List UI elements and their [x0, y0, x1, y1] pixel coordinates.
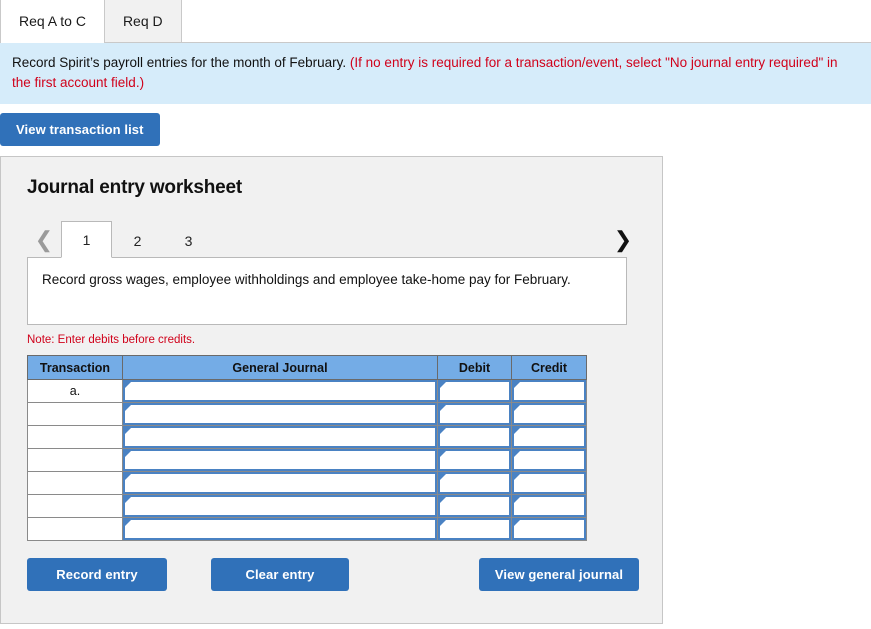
general-journal-input[interactable]	[123, 403, 437, 426]
pager-page-3-label: 3	[184, 232, 193, 249]
general-journal-input[interactable]	[123, 518, 437, 541]
instruction-banner: Record Spirit’s payroll entries for the …	[0, 43, 871, 105]
credit-input[interactable]	[512, 495, 586, 518]
worksheet-action-buttons: Record entry Clear entry View general jo…	[27, 558, 640, 592]
credit-cell[interactable]	[511, 448, 587, 473]
table-row: a.	[27, 379, 587, 404]
table-row	[27, 402, 587, 427]
tab-req-a-to-c-label: Req A to C	[19, 13, 86, 29]
entry-description-box: Record gross wages, employee withholding…	[27, 257, 627, 326]
chevron-right-icon[interactable]: ❯	[606, 223, 640, 257]
pager-page-2-label: 2	[133, 232, 142, 249]
general-journal-cell[interactable]	[122, 494, 438, 519]
table-row	[27, 517, 587, 542]
pager-page-1-label: 1	[82, 231, 91, 248]
debit-cell[interactable]	[437, 494, 512, 519]
debit-cell[interactable]	[437, 517, 512, 542]
debit-cell[interactable]	[437, 425, 512, 450]
credit-input[interactable]	[512, 426, 586, 449]
table-row	[27, 494, 587, 519]
tab-strip: Req A to C Req D	[0, 0, 871, 43]
debit-input[interactable]	[438, 495, 511, 518]
debit-input[interactable]	[438, 426, 511, 449]
general-journal-input[interactable]	[123, 495, 437, 518]
credit-input[interactable]	[512, 449, 586, 472]
chevron-left-icon[interactable]: ❮	[27, 223, 61, 257]
credit-cell[interactable]	[511, 379, 587, 404]
worksheet-pager: ❮ 1 2 3 ❯	[27, 219, 640, 259]
debit-input[interactable]	[438, 472, 511, 495]
credit-input[interactable]	[512, 472, 586, 495]
general-journal-input[interactable]	[123, 426, 437, 449]
entry-description-text: Record gross wages, employee withholding…	[42, 272, 571, 288]
general-journal-input[interactable]	[123, 380, 437, 403]
debit-cell[interactable]	[437, 448, 512, 473]
general-journal-input[interactable]	[123, 472, 437, 495]
clear-entry-button[interactable]: Clear entry	[211, 558, 349, 592]
view-transaction-list-button[interactable]: View transaction list	[0, 113, 160, 147]
transaction-label-cell: a.	[27, 379, 123, 404]
page-title: Journal entry worksheet	[27, 177, 243, 199]
credit-input[interactable]	[512, 380, 586, 403]
tab-req-d[interactable]: Req D	[104, 0, 182, 42]
credit-cell[interactable]	[511, 425, 587, 450]
general-journal-input[interactable]	[123, 449, 437, 472]
general-journal-cell[interactable]	[122, 448, 438, 473]
transaction-label-cell	[27, 425, 123, 450]
column-header-transaction: Transaction	[27, 355, 123, 381]
transaction-label-cell	[27, 471, 123, 496]
general-journal-cell[interactable]	[122, 517, 438, 542]
credit-input[interactable]	[512, 518, 586, 541]
table-header-row: Transaction General Journal Debit Credit	[27, 355, 587, 381]
toolbar: View transaction list	[0, 104, 871, 157]
pager-page-2[interactable]: 2	[112, 223, 163, 257]
table-row	[27, 448, 587, 473]
journal-table-body: a.	[27, 379, 587, 542]
column-header-general-journal: General Journal	[122, 355, 438, 381]
transaction-label-cell	[27, 448, 123, 473]
credit-input[interactable]	[512, 403, 586, 426]
transaction-label-cell	[27, 402, 123, 427]
column-header-debit: Debit	[437, 355, 512, 381]
credit-cell[interactable]	[511, 471, 587, 496]
tab-req-d-label: Req D	[122, 13, 163, 29]
general-journal-cell[interactable]	[122, 471, 438, 496]
credit-cell[interactable]	[511, 494, 587, 519]
instruction-text: Record Spirit’s payroll entries for the …	[12, 55, 347, 70]
transaction-label-cell	[27, 494, 123, 519]
journal-entry-worksheet-panel: Journal entry worksheet ❮ 1 2 3 ❯ Record…	[0, 156, 663, 625]
debit-input[interactable]	[438, 449, 511, 472]
pager-page-3[interactable]: 3	[163, 223, 214, 257]
general-journal-cell[interactable]	[122, 379, 438, 404]
view-general-journal-button[interactable]: View general journal	[479, 558, 639, 592]
credit-cell[interactable]	[511, 517, 587, 542]
general-journal-cell[interactable]	[122, 402, 438, 427]
table-row	[27, 471, 587, 496]
pager-page-1[interactable]: 1	[61, 221, 112, 259]
debit-input[interactable]	[438, 518, 511, 541]
debits-before-credits-note: Note: Enter debits before credits.	[27, 334, 196, 347]
debit-cell[interactable]	[437, 379, 512, 404]
column-header-credit: Credit	[511, 355, 587, 381]
table-row	[27, 425, 587, 450]
credit-cell[interactable]	[511, 402, 587, 427]
journal-entry-table: Transaction General Journal Debit Credit…	[27, 355, 587, 542]
debit-cell[interactable]	[437, 471, 512, 496]
debit-input[interactable]	[438, 403, 511, 426]
pager-pages: 1 2 3	[61, 221, 214, 259]
tab-req-a-to-c[interactable]: Req A to C	[0, 0, 105, 43]
transaction-label-cell	[27, 517, 123, 542]
debit-cell[interactable]	[437, 402, 512, 427]
general-journal-cell[interactable]	[122, 425, 438, 450]
debit-input[interactable]	[438, 380, 511, 403]
record-entry-button[interactable]: Record entry	[27, 558, 167, 592]
